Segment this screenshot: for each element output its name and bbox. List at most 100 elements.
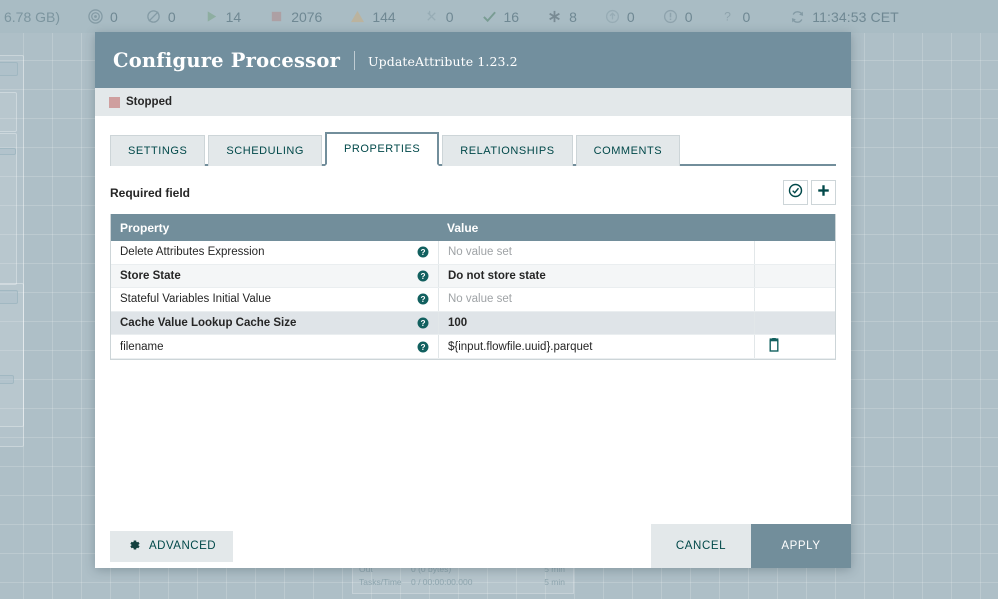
apply-button[interactable]: APPLY [751, 524, 851, 568]
tab-relationships[interactable]: RELATIONSHIPS [442, 135, 573, 166]
target-icon [88, 9, 103, 24]
warning-icon [350, 9, 365, 24]
table-empty-space [110, 360, 836, 524]
processor-type-version: UpdateAttribute 1.23.2 [368, 54, 518, 69]
advanced-button[interactable]: ADVANCED [110, 530, 234, 562]
dialog-footer: ADVANCED CANCEL APPLY [95, 524, 851, 568]
status-value: 0 [445, 8, 454, 25]
status-value: 14 [225, 8, 242, 25]
status-value: 0 [167, 8, 176, 25]
background-element [0, 375, 14, 384]
background-element [0, 92, 17, 132]
status-badge: Stopped [126, 96, 172, 108]
properties-table: Property Value Delete Attributes Express… [110, 214, 836, 360]
disconnected-icon [424, 9, 439, 24]
status-item-active-threads[interactable]: 0 [88, 9, 118, 25]
background-element [0, 148, 16, 155]
status-item-up-to-date[interactable]: 16 [482, 8, 520, 25]
add-property-button[interactable] [811, 180, 836, 205]
status-item-unknown[interactable]: ? 0 [720, 8, 751, 25]
refresh-icon [790, 9, 805, 24]
property-value: No value set [448, 293, 512, 306]
dialog-title: Configure Processor [113, 48, 341, 72]
status-item-stopped[interactable]: 2076 [269, 9, 322, 25]
property-value: Do not store state [448, 269, 546, 282]
properties-tab-content: Required field Property Value Delete Att… [95, 166, 851, 524]
property-value-cell[interactable]: No value set [438, 288, 754, 311]
last-refreshed-time: 11:34:53 CET [812, 8, 899, 25]
gear-icon [127, 538, 141, 555]
cancel-button[interactable]: CANCEL [651, 524, 751, 568]
row-actions-cell [754, 311, 835, 335]
status-item-not-transmitting[interactable]: 0 [146, 9, 176, 25]
tab-properties[interactable]: PROPERTIES [325, 132, 440, 166]
table-row[interactable]: Delete Attributes Expression ? No value … [111, 241, 835, 265]
table-row[interactable]: Cache Value Lookup Cache Size ? 100 [111, 311, 835, 336]
background-processor-group [0, 283, 24, 447]
property-name-cell[interactable]: Store State ? [111, 265, 438, 288]
table-row[interactable]: filename ? ${input.flowfile.uuid}.parque… [111, 335, 835, 359]
property-name-cell[interactable]: Delete Attributes Expression ? [111, 241, 438, 264]
background-element [0, 133, 17, 285]
info-icon [663, 9, 678, 24]
status-value: 0 [684, 8, 693, 25]
tab-comments[interactable]: COMMENTS [575, 135, 681, 166]
status-item-stale[interactable]: 0 [605, 9, 635, 25]
configure-processor-dialog: Configure Processor UpdateAttribute 1.23… [95, 32, 851, 568]
property-value: 100 [448, 317, 468, 330]
property-value-cell[interactable]: 100 [438, 311, 754, 335]
status-value: 0 [626, 8, 635, 25]
property-value: ${input.flowfile.uuid}.parquet [448, 340, 593, 353]
property-value-cell[interactable]: No value set [438, 241, 754, 264]
help-icon[interactable]: ? [417, 317, 429, 329]
column-header-property: Property [120, 220, 170, 235]
svg-text:?: ? [420, 272, 425, 281]
status-value: 16 [503, 8, 520, 25]
help-icon[interactable]: ? [417, 246, 429, 258]
property-name-cell[interactable]: Cache Value Lookup Cache Size ? [111, 312, 438, 335]
row-actions-cell [754, 264, 835, 288]
up-to-date-icon [605, 9, 620, 24]
verify-properties-button[interactable] [783, 180, 808, 205]
status-value: 0 [742, 8, 751, 25]
property-name-cell[interactable]: filename ? [111, 335, 438, 358]
table-row[interactable]: Store State ? Do not store state [111, 264, 835, 289]
stat-value: 0 / 00:00:00.000 [411, 577, 473, 587]
no-transmit-icon [146, 9, 161, 24]
svg-text:?: ? [420, 248, 425, 257]
help-icon[interactable]: ? [417, 270, 429, 282]
svg-text:?: ? [420, 343, 425, 352]
status-item-invalid[interactable]: 144 [350, 9, 396, 25]
help-icon[interactable]: ? [417, 341, 429, 353]
status-item-locally-modified[interactable]: 8 [547, 9, 577, 25]
title-divider [354, 50, 356, 70]
row-actions-cell [754, 335, 835, 358]
status-item-sync-failure[interactable]: 0 [663, 8, 693, 25]
stat-label: Tasks/Time [359, 577, 402, 587]
status-value: 0 [110, 8, 118, 25]
property-name: Delete Attributes Expression [120, 246, 265, 259]
delete-property-icon[interactable] [768, 337, 780, 355]
status-value: 2076 [291, 8, 323, 25]
property-value-cell[interactable]: Do not store state [438, 264, 754, 288]
property-name-cell[interactable]: Stateful Variables Initial Value ? [111, 288, 438, 311]
property-value-cell[interactable]: ${input.flowfile.uuid}.parquet [438, 335, 754, 358]
column-header-value: Value [447, 220, 479, 235]
tab-scheduling[interactable]: SCHEDULING [208, 135, 323, 166]
help-icon[interactable]: ? [417, 293, 429, 305]
tab-settings[interactable]: SETTINGS [110, 135, 206, 166]
refresh-status[interactable]: 11:34:53 CET [790, 9, 899, 25]
svg-text:?: ? [420, 295, 425, 304]
background-element [0, 62, 18, 76]
stopped-status-icon [109, 96, 120, 108]
required-field-label: Required field [110, 185, 191, 200]
memory-usage-text: 6.78 GB) [4, 8, 61, 25]
table-row[interactable]: Stateful Variables Initial Value ? No va… [111, 288, 835, 312]
footer-actions: CANCEL APPLY [651, 524, 851, 568]
status-item-disabled[interactable]: 0 [424, 9, 454, 25]
svg-text:?: ? [725, 10, 732, 24]
property-name: Cache Value Lookup Cache Size [120, 317, 297, 330]
properties-table-header: Property Value [111, 214, 835, 241]
check-icon [482, 9, 497, 24]
status-item-running[interactable]: 14 [204, 8, 242, 25]
